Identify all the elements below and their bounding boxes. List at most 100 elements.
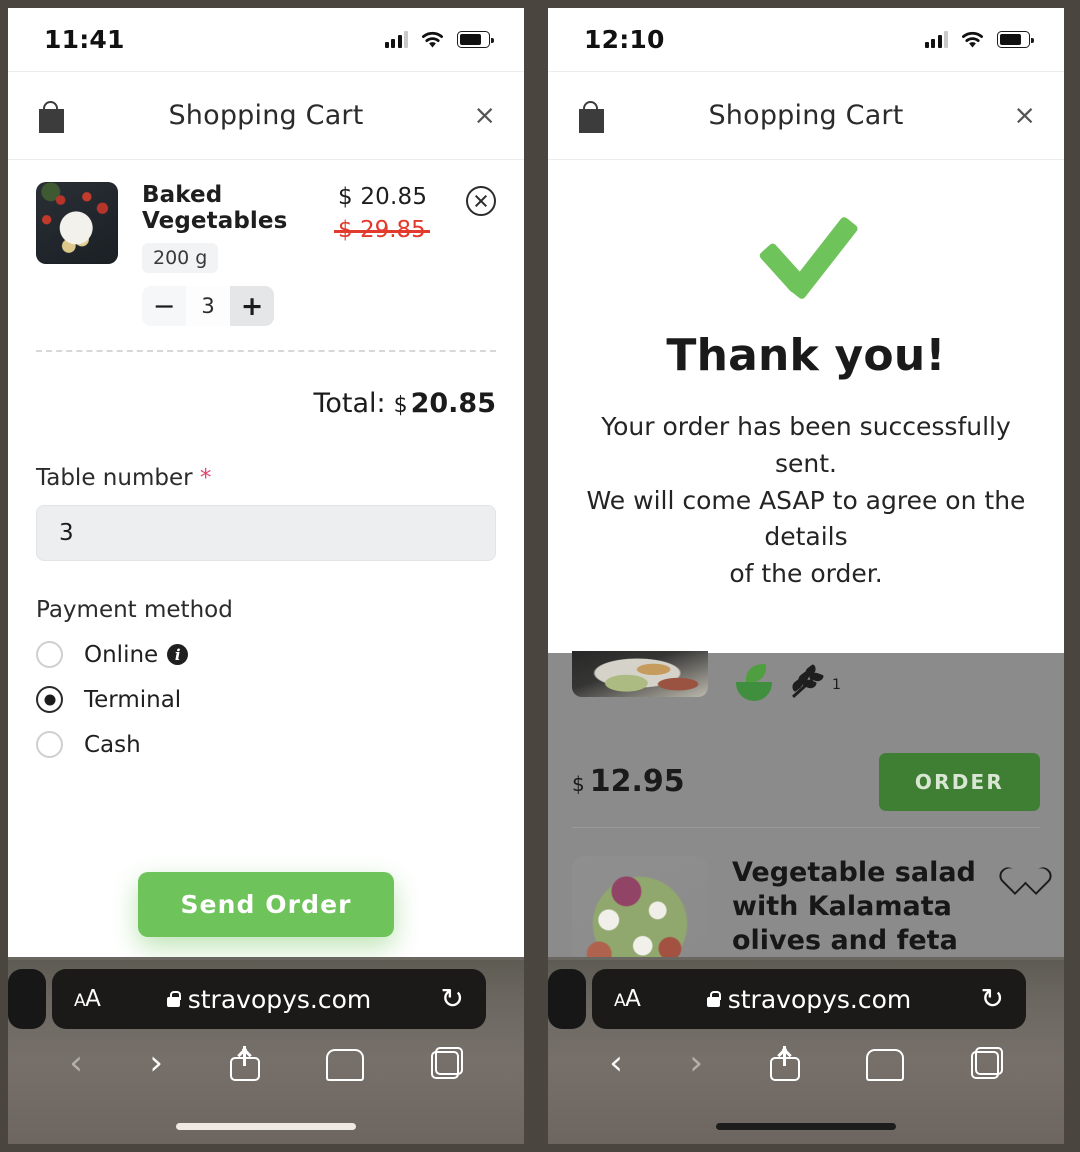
- battery-icon: [457, 31, 494, 48]
- url-text: stravopys.com: [727, 984, 912, 1014]
- thank-you-message: Your order has been successfully sent. W…: [584, 409, 1028, 593]
- url-text-wrap: stravopys.com: [52, 985, 486, 1014]
- url-text: stravopys.com: [187, 984, 372, 1014]
- item-price: $ 20.85: [338, 184, 428, 210]
- browser-nav-row: ‹ ›: [548, 1045, 1064, 1081]
- status-icons: [924, 30, 1034, 49]
- book-icon[interactable]: [866, 1049, 905, 1081]
- radio-terminal[interactable]: [36, 686, 63, 713]
- increase-quantity-button[interactable]: +: [230, 286, 274, 326]
- item-weight-badge: 200 g: [142, 243, 219, 273]
- reload-button[interactable]: ↻: [981, 985, 1004, 1013]
- close-cart-button[interactable]: ×: [1013, 102, 1036, 129]
- forward-button[interactable]: ›: [149, 1046, 163, 1080]
- reload-button[interactable]: ↻: [441, 985, 464, 1013]
- item-details: Baked Vegetables 200 g − 3 +: [142, 182, 328, 326]
- cart-body: Baked Vegetables 200 g − 3 + $ 20.85 $ 2…: [8, 160, 524, 987]
- menu-item-1-price: $12.95: [572, 764, 685, 799]
- url-bar[interactable]: AA stravopys.com ↻: [52, 969, 486, 1029]
- url-text-wrap: stravopys.com: [592, 985, 1026, 1014]
- signal-bars-icon: [924, 31, 948, 48]
- table-number-label-text: Table number: [36, 465, 193, 491]
- item-name: Baked Vegetables: [142, 182, 288, 234]
- thank-you-panel: Thank you! Your order has been successfu…: [548, 160, 1064, 653]
- right-cart-header: Shopping Cart ×: [548, 72, 1064, 160]
- wifi-icon: [422, 31, 443, 48]
- close-cart-button[interactable]: ×: [473, 102, 496, 129]
- radio-cash[interactable]: [36, 731, 63, 758]
- tabs-icon[interactable]: [430, 1047, 463, 1079]
- status-icons: [384, 30, 494, 49]
- home-indicator: [176, 1123, 356, 1130]
- page-title: Shopping Cart: [168, 100, 364, 131]
- menu-item-1-amount: 12.95: [589, 764, 685, 800]
- item-thumbnail: [36, 182, 118, 264]
- share-icon[interactable]: [769, 1045, 800, 1081]
- radio-online[interactable]: [36, 641, 63, 668]
- forward-button[interactable]: ›: [689, 1046, 703, 1080]
- total-row: Total: $20.85: [36, 352, 496, 419]
- status-time: 11:41: [44, 25, 125, 54]
- heart-outline-icon[interactable]: [1010, 856, 1040, 883]
- remove-item-icon[interactable]: [466, 186, 496, 216]
- green-checkmark-icon: [747, 214, 865, 300]
- send-order-wrap: Send Order: [36, 872, 496, 937]
- total-amount: 20.85: [410, 388, 496, 419]
- home-indicator: [716, 1123, 896, 1130]
- signal-bars-icon: [384, 31, 408, 48]
- thank-you-title: Thank you!: [666, 330, 946, 381]
- page-title: Shopping Cart: [708, 100, 904, 131]
- share-icon[interactable]: [229, 1045, 260, 1081]
- send-order-button[interactable]: Send Order: [138, 872, 394, 937]
- right-phone-frame: 12:10 Shopping Cart × Thank you! Your or…: [540, 0, 1072, 1152]
- left-phone-frame: 11:41 Shopping Cart × Baked Vegetables 2…: [0, 0, 532, 1152]
- right-status-bar: 12:10: [548, 8, 1064, 72]
- payment-option-terminal-label: Terminal: [84, 686, 182, 713]
- order-button-1[interactable]: ORDER: [878, 752, 1040, 811]
- table-number-label: Table number *: [36, 465, 496, 491]
- back-button[interactable]: ‹: [69, 1046, 83, 1080]
- menu-item-1-badges: 1: [734, 663, 841, 701]
- total-currency: $: [393, 393, 408, 418]
- menu-item-card-1: 1 $12.95 ORDER: [572, 650, 1040, 838]
- menu-item-1-top: 1: [572, 650, 1040, 701]
- lock-icon: [706, 991, 721, 1007]
- total-label: Total:: [313, 388, 386, 419]
- left-phone-screen: 11:41 Shopping Cart × Baked Vegetables 2…: [8, 8, 524, 1144]
- url-bar[interactable]: AA stravopys.com ↻: [592, 969, 1026, 1029]
- wifi-icon: [962, 31, 983, 48]
- thank-you-line-3: of the order.: [729, 559, 883, 588]
- right-phone-screen: 12:10 Shopping Cart × Thank you! Your or…: [548, 8, 1064, 1144]
- thank-you-line-2: We will come ASAP to agree on the detail…: [586, 485, 1026, 552]
- cart-line-item: Baked Vegetables 200 g − 3 + $ 20.85 $ 2…: [36, 160, 496, 336]
- left-cart-header: Shopping Cart ×: [8, 72, 524, 160]
- table-number-input[interactable]: 3: [36, 505, 496, 561]
- quantity-stepper: − 3 +: [142, 286, 274, 326]
- payment-option-terminal[interactable]: Terminal: [36, 686, 496, 713]
- adjacent-tab[interactable]: [548, 969, 586, 1029]
- two-phone-comparison: 11:41 Shopping Cart × Baked Vegetables 2…: [0, 0, 1080, 1152]
- menu-item-1-currency: $: [572, 772, 585, 797]
- lock-icon: [166, 991, 181, 1007]
- battery-icon: [997, 31, 1034, 48]
- tabs-icon[interactable]: [970, 1047, 1003, 1079]
- status-time: 12:10: [584, 25, 665, 54]
- info-icon[interactable]: i: [167, 644, 189, 665]
- decrease-quantity-button[interactable]: −: [142, 286, 186, 326]
- payment-option-cash[interactable]: Cash: [36, 731, 496, 758]
- thank-you-line-1: Your order has been successfully sent.: [601, 412, 1011, 478]
- online-text: Online: [84, 641, 159, 668]
- book-icon[interactable]: [326, 1049, 365, 1081]
- payment-method-label: Payment method: [36, 597, 233, 623]
- safari-toolbar-left: AA stravopys.com ↻ ‹ ›: [8, 957, 524, 1144]
- payment-option-online[interactable]: Online i: [36, 641, 496, 668]
- payment-option-online-label: Online i: [84, 641, 189, 668]
- back-button[interactable]: ‹: [609, 1046, 623, 1080]
- gluten-superscript: 1: [832, 676, 841, 693]
- adjacent-tab[interactable]: [8, 969, 46, 1029]
- required-asterisk: *: [199, 465, 212, 491]
- left-status-bar: 11:41: [8, 8, 524, 72]
- payment-option-cash-label: Cash: [84, 731, 141, 758]
- item-old-price: $ 29.85: [334, 217, 430, 243]
- safari-toolbar-right: AA stravopys.com ↻ ‹ ›: [548, 957, 1064, 1144]
